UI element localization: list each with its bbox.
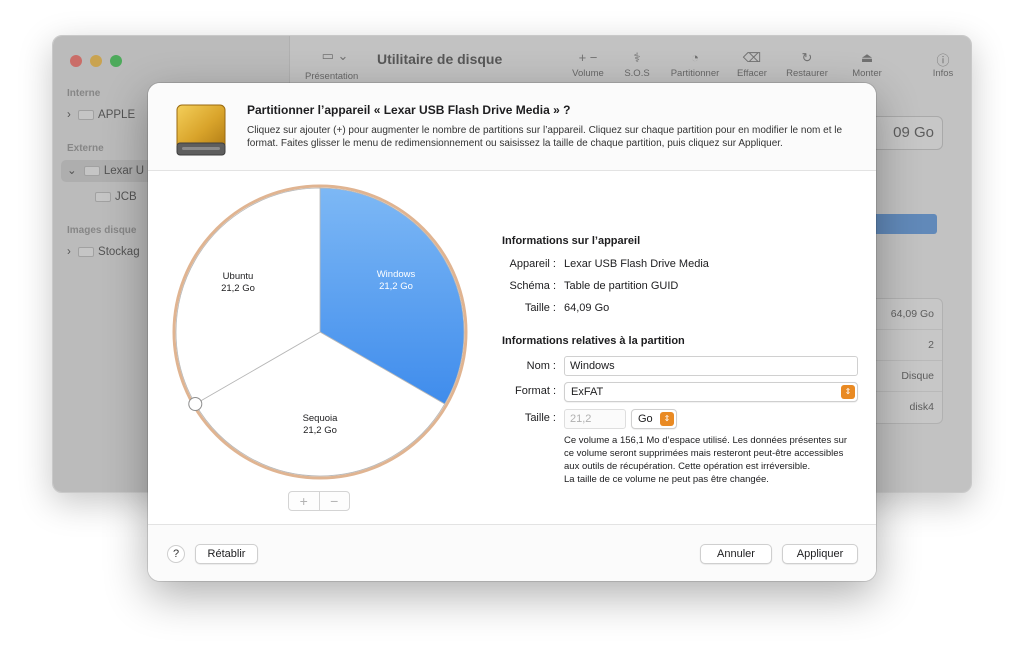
device-size-value: 64,09 Go — [564, 302, 610, 314]
add-partition-button[interactable]: + — [289, 492, 320, 510]
partition-label-ubuntu[interactable]: Ubuntu 21,2 Go — [190, 271, 286, 295]
partition-size-label: Taille : — [524, 412, 556, 424]
revert-button[interactable]: Rétablir — [195, 544, 258, 564]
device-info-heading: Informations sur l’appareil — [502, 235, 641, 247]
cancel-button[interactable]: Annuler — [700, 544, 772, 564]
help-button[interactable]: ? — [167, 545, 185, 563]
device-value: Lexar USB Flash Drive Media — [564, 258, 709, 270]
partition-name-field[interactable]: Windows — [564, 356, 858, 376]
note-size-locked: La taille de ce volume ne peut pas être … — [564, 474, 769, 485]
add-remove-partition-control: + − — [288, 491, 350, 511]
partition-name: Sequoia — [302, 413, 338, 424]
partition-size: 21,2 Go — [221, 283, 255, 294]
note-warning: Ce volume a 156,1 Mo d’espace utilisé. L… — [564, 435, 848, 472]
partition-size: 21,2 Go — [379, 281, 413, 292]
apply-button[interactable]: Appliquer — [782, 544, 858, 564]
sheet-title: Partitionner l’appareil « Lexar USB Flas… — [247, 103, 571, 117]
usb-drive-icon — [176, 104, 226, 156]
partition-label-windows[interactable]: Windows 21,2 Go — [348, 269, 444, 293]
sheet-description: Cliquez sur ajouter (+) pour augmenter l… — [247, 125, 843, 149]
partition-pie: Windows 21,2 Go Sequoia 21,2 Go Ubuntu 2… — [172, 184, 468, 480]
partition-name: Ubuntu — [222, 271, 254, 282]
remove-partition-button[interactable]: − — [320, 492, 350, 510]
partition-info-heading: Informations relatives à la partition — [502, 335, 685, 347]
device-label: Appareil : — [509, 258, 556, 270]
partition-label-sequoia[interactable]: Sequoia 21,2 Go — [272, 413, 368, 437]
partition-name: Windows — [376, 269, 416, 280]
format-popup[interactable]: ExFAT ⇕ — [564, 382, 858, 402]
unit-value: Go — [638, 413, 653, 425]
scheme-value: Table de partition GUID — [564, 280, 679, 292]
resize-handle[interactable] — [188, 397, 203, 411]
popup-arrows-icon: ⇕ — [841, 385, 855, 399]
partition-note: Ce volume a 156,1 Mo d’espace utilisé. L… — [564, 434, 856, 486]
sheet-header: Partitionner l’appareil « Lexar USB Flas… — [148, 83, 876, 171]
partition-sheet: Partitionner l’appareil « Lexar USB Flas… — [148, 83, 876, 581]
name-label: Nom : — [526, 360, 556, 372]
partition-size-field[interactable]: 21,2 — [564, 409, 626, 429]
format-value: ExFAT — [571, 386, 604, 398]
popup-arrows-icon: ⇕ — [660, 412, 674, 426]
format-label: Format : — [515, 385, 556, 397]
unit-popup[interactable]: Go ⇕ — [631, 409, 677, 429]
partition-size: 21,2 Go — [303, 425, 337, 436]
scheme-label: Schéma : — [509, 280, 556, 292]
device-size-label: Taille : — [524, 302, 556, 314]
sheet-footer: ? Rétablir Annuler Appliquer — [148, 524, 876, 581]
